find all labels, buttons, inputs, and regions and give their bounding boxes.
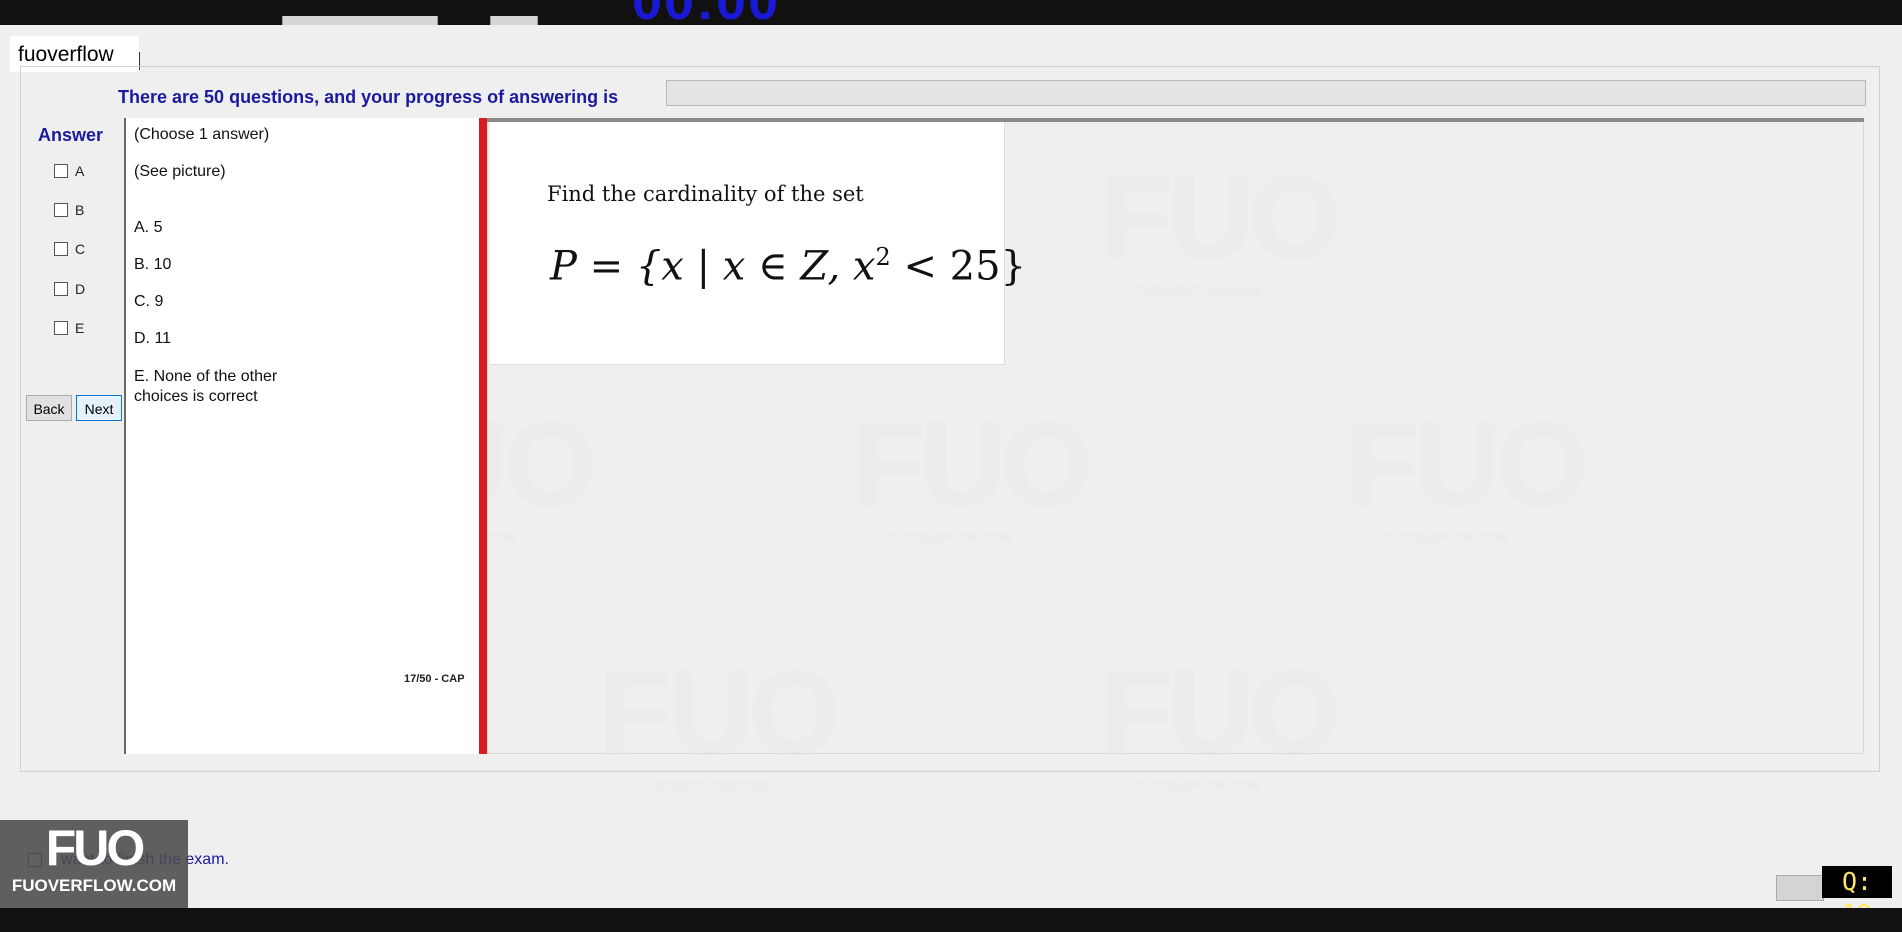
question-panel <box>124 118 480 754</box>
formula-lhs: P = {x | x ∈ Z, x <box>550 243 876 290</box>
logo-mark: FUO <box>45 820 146 876</box>
checkbox-d[interactable] <box>54 282 68 296</box>
watermark-text: FUOVERFLOW.COM <box>642 778 768 793</box>
checkbox-a[interactable] <box>54 164 68 178</box>
question-instruction: (Choose 1 answer) <box>134 126 270 143</box>
choice-d: D. 11 <box>134 330 172 347</box>
choice-a: A. 5 <box>134 219 163 236</box>
picture-formula: P = {x | x ∈ Z, x2 < 25} <box>550 243 1026 289</box>
progress-label: There are 50 questions, and your progres… <box>118 87 619 107</box>
choice-e-line2: choices is correct <box>134 388 258 405</box>
choice-b: B. 10 <box>134 256 172 273</box>
checkbox-e[interactable] <box>54 321 68 335</box>
answer-option-d[interactable]: D <box>54 281 85 297</box>
bottom-black-bar <box>0 908 1902 932</box>
choice-e-line1: E. None of the other <box>134 368 278 385</box>
answer-option-e[interactable]: E <box>54 320 84 336</box>
question-code: 17/50 - CAP <box>404 673 465 685</box>
formula-rhs: < 25} <box>890 243 1027 290</box>
back-button[interactable]: Back <box>26 395 72 421</box>
q-indicator-box <box>1776 875 1824 901</box>
answer-option-label: A <box>75 163 85 179</box>
fuoverflow-logo: FUO FUOVERFLOW.COM <box>0 820 188 908</box>
answer-title: Answer <box>38 125 104 145</box>
question-number-badge: Q: 19 <box>1822 866 1892 928</box>
answer-option-a[interactable]: A <box>54 163 84 179</box>
choice-c: C. 9 <box>134 293 164 310</box>
panel-divider[interactable] <box>479 118 487 754</box>
watermark-text: FUOVERFLOW.COM <box>1136 778 1262 793</box>
answer-option-label: D <box>75 281 86 297</box>
checkbox-c[interactable] <box>54 242 68 256</box>
formula-exponent: 2 <box>875 243 891 271</box>
answer-option-label: C <box>75 241 86 257</box>
top-field-stub <box>490 16 538 25</box>
answer-option-b[interactable]: B <box>54 202 84 218</box>
picture-prompt: Find the cardinality of the set <box>547 182 864 206</box>
top-dropdown-stub <box>282 16 438 25</box>
checkbox-b[interactable] <box>54 203 68 217</box>
answer-option-label: B <box>75 202 85 218</box>
answer-option-label: E <box>75 320 85 336</box>
progress-bar <box>666 80 1866 106</box>
answer-option-c[interactable]: C <box>54 241 85 257</box>
logo-text: FUOVERFLOW.COM <box>11 876 177 895</box>
top-black-bar: 00:00 <box>0 0 1902 25</box>
question-see-picture: (See picture) <box>134 163 226 180</box>
timer-display: 00:00 <box>632 0 780 25</box>
next-button[interactable]: Next <box>76 395 122 421</box>
